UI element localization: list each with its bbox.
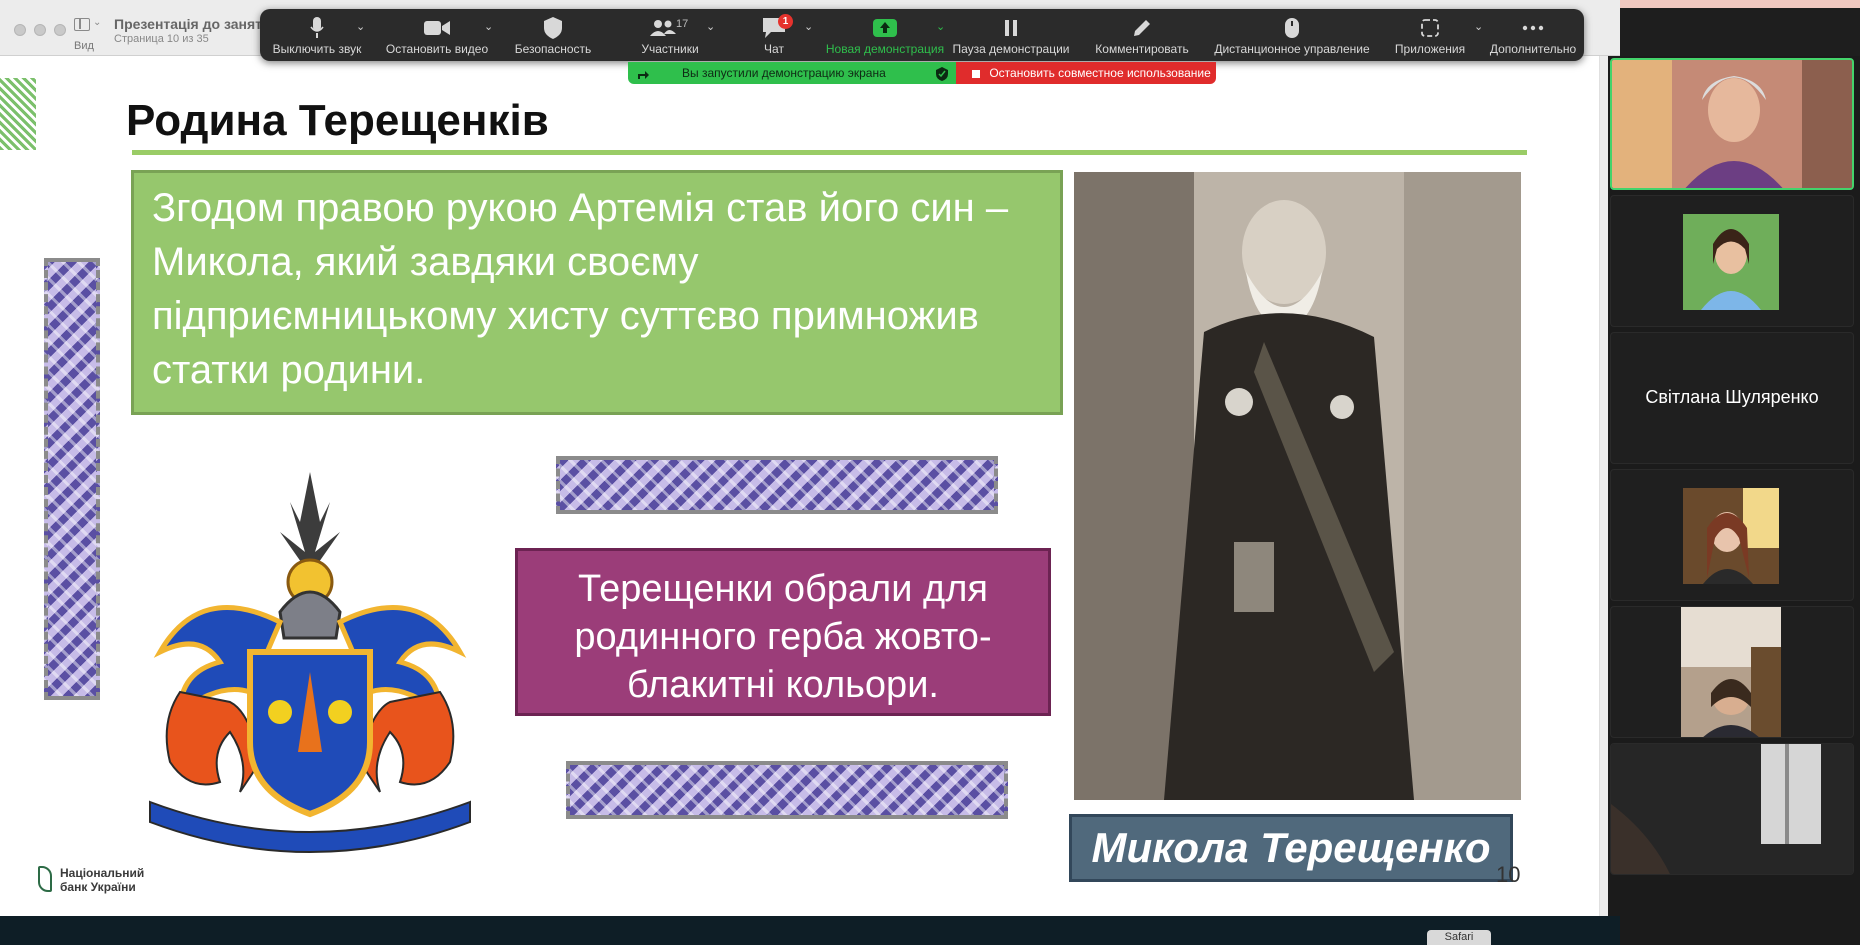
page-indicator: Страница 10 из 35 xyxy=(114,33,209,45)
chevron-down-icon[interactable]: ⌄ xyxy=(936,20,945,33)
corner-ornament xyxy=(0,78,36,150)
video-camera-icon xyxy=(422,16,452,40)
security-button[interactable]: Безопасность xyxy=(500,9,606,61)
portrait-caption: Микола Терещенко xyxy=(1069,814,1513,882)
pause-share-button[interactable]: Пауза демонстрации xyxy=(946,9,1076,61)
chat-unread-badge: 1 xyxy=(778,14,793,29)
participant-panel: Світлана Шуляренко xyxy=(1608,56,1860,945)
horizontal-embroidery-ornament xyxy=(556,456,998,514)
slide-title: Родина Терещенків xyxy=(126,96,549,145)
participant-video xyxy=(1683,214,1779,310)
green-box-text: Згодом правою рукою Артемія став його си… xyxy=(152,186,1009,392)
more-button[interactable]: Дополнительно xyxy=(1482,9,1584,61)
shield-icon xyxy=(538,16,568,40)
chevron-down-icon[interactable]: ⌄ xyxy=(484,20,493,33)
screen-share-status-bar: Вы запустили демонстрацию экрана Останов… xyxy=(628,62,1216,84)
coat-of-arms-image xyxy=(149,472,471,853)
verified-shield-icon xyxy=(936,66,948,81)
share-status-text: Вы запустили демонстрацию экрана xyxy=(682,66,886,80)
chevron-down-icon[interactable]: ⌄ xyxy=(804,20,813,33)
pen-icon xyxy=(1127,16,1157,40)
stop-share-button[interactable]: Остановить совместное использование xyxy=(956,62,1216,84)
participants-button[interactable]: 17 ⌄ Участники xyxy=(610,9,730,61)
participant-count: 17 xyxy=(676,18,689,30)
view-label: Вид xyxy=(74,40,94,52)
document-title: Презентація до занят xyxy=(114,16,262,32)
nbu-leaf-icon xyxy=(38,866,52,892)
mouse-icon xyxy=(1277,16,1307,40)
zoom-meeting-toolbar: ⌄ Выключить звук ⌄ Остановить видео Безо… xyxy=(260,9,1584,61)
browser-tab-strip xyxy=(1620,0,1860,8)
apps-button[interactable]: ⌄ Приложения xyxy=(1380,9,1483,61)
sidebar-view-icon[interactable] xyxy=(74,18,90,31)
pause-icon xyxy=(996,16,1026,40)
zoom-window-button[interactable] xyxy=(54,24,66,36)
chevron-down-icon[interactable]: ⌄ xyxy=(706,20,715,33)
participant-tile[interactable] xyxy=(1610,58,1854,190)
participant-tile[interactable] xyxy=(1610,469,1854,601)
participant-tile[interactable] xyxy=(1610,606,1854,738)
vertical-embroidery-ornament xyxy=(44,258,100,700)
mute-button[interactable]: ⌄ Выключить звук xyxy=(260,9,374,61)
close-window-button[interactable] xyxy=(14,24,26,36)
purple-box-text: Терещенки обрали для родинного герба жов… xyxy=(574,568,992,706)
safari-dock-tooltip: Safari xyxy=(1427,930,1491,945)
chevron-down-icon[interactable]: ⌄ xyxy=(93,17,101,28)
logo-line-2: банк України xyxy=(60,880,136,894)
apps-icon xyxy=(1415,16,1445,40)
caption-text: Микола Терещенко xyxy=(1091,824,1491,871)
green-text-box: Згодом правою рукою Артемія став його си… xyxy=(131,170,1063,415)
share-arrow-icon xyxy=(636,66,650,80)
participant-video xyxy=(1681,607,1781,737)
participant-tile[interactable]: Світлана Шуляренко xyxy=(1610,332,1854,464)
chat-button[interactable]: 1 ⌄ Чат xyxy=(732,9,816,61)
remote-control-button[interactable]: Дистанционное управление xyxy=(1206,9,1378,61)
participants-icon xyxy=(648,16,678,40)
participant-video xyxy=(1611,744,1853,874)
participant-tile[interactable] xyxy=(1610,743,1854,875)
stop-square-icon xyxy=(972,69,980,78)
annotate-button[interactable]: Комментировать xyxy=(1080,9,1204,61)
share-status: Вы запустили демонстрацию экрана xyxy=(628,62,956,84)
participant-tile[interactable] xyxy=(1610,195,1854,327)
horizontal-embroidery-ornament xyxy=(566,761,1008,819)
new-share-button[interactable]: ⌄ Новая демонстрация xyxy=(820,9,950,61)
participant-video xyxy=(1683,488,1779,584)
desktop-dock-area xyxy=(0,916,1620,945)
mykola-tereshchenko-portrait xyxy=(1074,172,1521,800)
slide-page-number: 10 xyxy=(1496,862,1521,887)
purple-text-box: Терещенки обрали для родинного герба жов… xyxy=(515,548,1051,716)
chevron-down-icon[interactable]: ⌄ xyxy=(356,20,365,33)
share-screen-icon xyxy=(870,16,900,40)
stop-video-button[interactable]: ⌄ Остановить видео xyxy=(376,9,498,61)
participant-name: Світлана Шуляренко xyxy=(1645,387,1819,407)
title-underline xyxy=(132,150,1527,155)
participant-video xyxy=(1612,60,1852,188)
keynote-window: ⌄ Вид Презентація до занят Страница 10 и… xyxy=(0,0,1620,945)
nbu-logo: Національний банк України xyxy=(38,866,158,896)
more-icon xyxy=(1518,16,1548,40)
stop-share-label: Остановить совместное использование xyxy=(989,66,1211,80)
chat-icon: 1 xyxy=(759,14,793,40)
minimize-window-button[interactable] xyxy=(34,24,46,36)
microphone-icon xyxy=(302,16,332,40)
logo-line-1: Національний xyxy=(60,866,145,880)
